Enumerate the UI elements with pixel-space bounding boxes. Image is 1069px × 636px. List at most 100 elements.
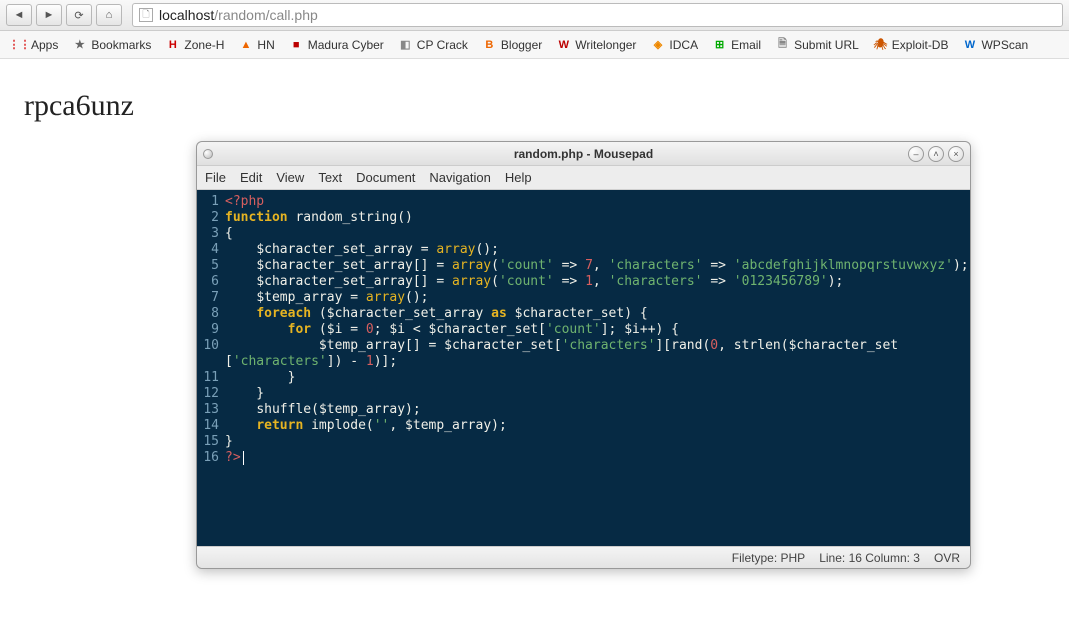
editor-window: random.php - Mousepad – ˄ × File Edit View… [196, 141, 971, 569]
line-number: 2 [197, 210, 225, 226]
bookmark-label: Apps [31, 38, 58, 52]
code-line: 7 $temp_array = array(); [197, 290, 970, 306]
bookmark-icon: W [962, 37, 977, 52]
line-number: 10 [197, 338, 225, 354]
page-output: rpca6unz [0, 59, 1069, 123]
code-text: function random_string() [225, 210, 413, 226]
menu-view[interactable]: View [276, 170, 304, 185]
bookmark-icon: B [482, 37, 497, 52]
bookmark-exploit-db[interactable]: 🕷Exploit-DB [869, 35, 953, 54]
line-number: 9 [197, 322, 225, 338]
menu-file[interactable]: File [205, 170, 226, 185]
line-number: 3 [197, 226, 225, 242]
code-line: 14 return implode('', $temp_array); [197, 418, 970, 434]
menu-help[interactable]: Help [505, 170, 532, 185]
app-icon [203, 149, 213, 159]
line-number: 4 [197, 242, 225, 258]
code-line: 5 $character_set_array[] = array('count'… [197, 258, 970, 274]
code-text: shuffle($temp_array); [225, 402, 421, 418]
bookmark-writelonger[interactable]: W Writelonger [552, 35, 640, 54]
line-number: 12 [197, 386, 225, 402]
code-text: $temp_array[] = $character_set['characte… [225, 338, 898, 354]
bookmark-label: Exploit-DB [892, 38, 949, 52]
menu-navigation[interactable]: Navigation [429, 170, 490, 185]
code-text: <?php [225, 194, 264, 210]
bookmark-label: Submit URL [794, 38, 859, 52]
code-line: 11 } [197, 370, 970, 386]
bookmark-label: Bookmarks [91, 38, 151, 52]
bookmark-blogger[interactable]: B Blogger [478, 35, 546, 54]
code-text: ?> [225, 450, 244, 466]
bookmark-cp-crack[interactable]: ◧CP Crack [394, 35, 472, 54]
line-number: 15 [197, 434, 225, 450]
code-text: return implode('', $temp_array); [225, 418, 507, 434]
maximize-button[interactable]: ˄ [928, 146, 944, 162]
bookmark-icon: 🗎 [775, 37, 790, 52]
code-text: $temp_array = array(); [225, 290, 429, 306]
bookmark-hn[interactable]: ▲HN [234, 35, 278, 54]
code-line: 13 shuffle($temp_array); [197, 402, 970, 418]
bookmark-icon: ◧ [398, 37, 413, 52]
line-number: 13 [197, 402, 225, 418]
bookmark-zone-h[interactable]: H Zone-H [161, 35, 228, 54]
forward-button[interactable]: ► [36, 4, 62, 26]
code-line: 16?> [197, 450, 970, 466]
minimize-button[interactable]: – [908, 146, 924, 162]
line-number [197, 354, 225, 370]
bookmark-bookmarks[interactable]: ★ Bookmarks [68, 35, 155, 54]
close-button[interactable]: × [948, 146, 964, 162]
text-cursor [243, 451, 244, 465]
code-text: for ($i = 0; $i < $character_set['count'… [225, 322, 679, 338]
menu-document[interactable]: Document [356, 170, 415, 185]
code-line: 15} [197, 434, 970, 450]
bookmark-icon: ▲ [238, 37, 253, 52]
bookmark-icon: ★ [72, 37, 87, 52]
line-number: 7 [197, 290, 225, 306]
code-text: $character_set_array[] = array('count' =… [225, 258, 969, 274]
menubar: File Edit View Text Document Navigation Help [197, 166, 970, 190]
line-number: 11 [197, 370, 225, 386]
bookmark-label: Blogger [501, 38, 542, 52]
code-line: 6 $character_set_array[] = array('count'… [197, 274, 970, 290]
code-line: 10 $temp_array[] = $character_set['chara… [197, 338, 970, 354]
home-button[interactable]: ⌂ [96, 4, 122, 26]
back-button[interactable]: ◄ [6, 4, 32, 26]
bookmark-icon: ⊞ [712, 37, 727, 52]
code-text: $character_set_array = array(); [225, 242, 499, 258]
menu-edit[interactable]: Edit [240, 170, 262, 185]
bookmark-icon: H [165, 37, 180, 52]
code-line: 1<?php [197, 194, 970, 210]
bookmark-apps[interactable]: ⋮⋮Apps [8, 35, 62, 54]
bookmark-label: Email [731, 38, 761, 52]
code-text: } [225, 434, 233, 450]
bookmark-icon: W [556, 37, 571, 52]
bookmark-madura-cyber[interactable]: ■Madura Cyber [285, 35, 388, 54]
menu-text[interactable]: Text [318, 170, 342, 185]
bookmark-wpscan[interactable]: W WPScan [958, 35, 1032, 54]
url-path: /random/call.php [214, 7, 318, 23]
line-number: 5 [197, 258, 225, 274]
filetype-label: Filetype: PHP [732, 551, 805, 565]
bookmark-icon: ◈ [650, 37, 665, 52]
bookmark-email[interactable]: ⊞ Email [708, 35, 765, 54]
bookmark-label: Madura Cyber [308, 38, 384, 52]
code-line: 9 for ($i = 0; $i < $character_set['coun… [197, 322, 970, 338]
code-text: } [225, 386, 264, 402]
code-text: foreach ($character_set_array as $charac… [225, 306, 648, 322]
code-text: { [225, 226, 233, 242]
url-bar[interactable]: 🗋 localhost/random/call.php [132, 3, 1063, 27]
bookmark-label: Zone-H [184, 38, 224, 52]
bookmark-idca[interactable]: ◈IDCA [646, 35, 702, 54]
bookmark-label: Writelonger [575, 38, 636, 52]
code-line: ['characters']) - 1)]; [197, 354, 970, 370]
titlebar[interactable]: random.php - Mousepad – ˄ × [197, 142, 970, 166]
bookmark-submit-url[interactable]: 🗎 Submit URL [771, 35, 863, 54]
line-number: 8 [197, 306, 225, 322]
browser-toolbar: ◄ ► ⟳ ⌂ 🗋 localhost/random/call.php [0, 0, 1069, 31]
line-number: 14 [197, 418, 225, 434]
bookmark-label: WPScan [981, 38, 1028, 52]
code-area[interactable]: 1<?php2function random_string()3{4 $char… [197, 190, 970, 546]
page-icon: 🗋 [139, 8, 153, 22]
code-line: 3{ [197, 226, 970, 242]
reload-button[interactable]: ⟳ [66, 4, 92, 26]
